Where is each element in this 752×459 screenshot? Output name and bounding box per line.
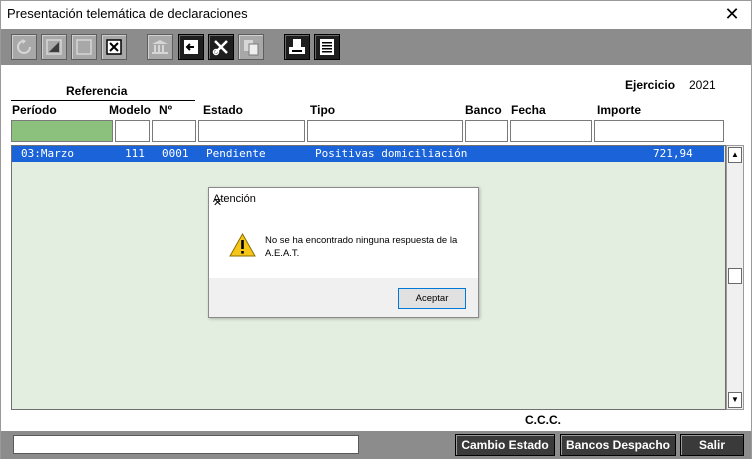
referencia-label: Referencia xyxy=(66,84,128,98)
attention-dialog: Atención ✕ No se ha encontrado ninguna r… xyxy=(208,187,479,318)
scroll-up-button[interactable]: ▲ xyxy=(728,147,742,163)
warning-icon xyxy=(229,233,256,257)
cut-button[interactable] xyxy=(208,34,234,60)
bottom-bar: Cambio Estado Bancos Despacho Salir xyxy=(1,431,751,459)
column-header-numero: Nº xyxy=(159,103,173,117)
list-icon xyxy=(320,39,334,55)
delete-button[interactable] xyxy=(101,34,127,60)
filter-fecha[interactable] xyxy=(510,120,592,142)
edit-button[interactable] xyxy=(41,34,67,60)
filter-modelo[interactable] xyxy=(115,120,150,142)
filter-importe[interactable] xyxy=(594,120,724,142)
refresh-icon xyxy=(17,39,31,54)
blank-button[interactable] xyxy=(71,34,97,60)
bank-icon xyxy=(152,40,168,54)
exit-button[interactable] xyxy=(178,34,204,60)
cell-tipo: Positivas domiciliación xyxy=(315,147,468,160)
exit-icon xyxy=(184,40,198,54)
cut-icon xyxy=(212,40,228,56)
dialog-title-bar: Atención ✕ xyxy=(209,188,478,210)
column-header-estado: Estado xyxy=(203,103,244,117)
cambio-estado-button[interactable]: Cambio Estado xyxy=(455,434,555,456)
bancos-despacho-button[interactable]: Bancos Despacho xyxy=(560,434,676,456)
list-button[interactable] xyxy=(314,34,340,60)
cell-estado: Pendiente xyxy=(206,147,266,160)
ejercicio-value: 2021 xyxy=(689,78,716,92)
toolbar xyxy=(1,29,751,65)
column-header-periodo: Período xyxy=(12,103,57,117)
delete-icon xyxy=(106,39,122,55)
bank-button[interactable] xyxy=(147,34,173,60)
window-title: Presentación telemática de declaraciones xyxy=(7,6,248,21)
ccc-label: C.C.C. xyxy=(525,413,561,427)
filter-numero[interactable] xyxy=(152,120,196,142)
filter-periodo[interactable] xyxy=(11,120,113,142)
window-close-button[interactable]: ✕ xyxy=(721,3,743,25)
filter-estado[interactable] xyxy=(198,120,305,142)
column-header-fecha: Fecha xyxy=(511,103,546,117)
cell-numero: 0001 xyxy=(162,147,189,160)
dialog-message: No se ha encontrado ninguna respuesta de… xyxy=(265,235,458,259)
column-header-banco: Banco xyxy=(465,103,502,117)
cell-periodo: 03:Marzo xyxy=(21,147,74,160)
title-bar: Presentación telemática de declaraciones… xyxy=(1,1,751,28)
cell-importe: 721,94 xyxy=(653,147,693,160)
table-row[interactable]: 03:Marzo 111 0001 Pendiente Positivas do… xyxy=(12,146,724,162)
print-icon xyxy=(289,39,305,54)
status-input[interactable] xyxy=(13,435,359,454)
dialog-body: No se ha encontrado ninguna respuesta de… xyxy=(209,210,478,278)
cell-modelo: 111 xyxy=(125,147,145,160)
filter-banco[interactable] xyxy=(465,120,508,142)
referencia-underline xyxy=(11,100,195,101)
refresh-button[interactable] xyxy=(11,34,37,60)
copy-icon xyxy=(244,40,259,56)
blank-icon xyxy=(76,39,92,55)
column-header-importe: Importe xyxy=(597,103,642,117)
grid-scrollbar[interactable]: ▲ ▼ xyxy=(726,145,744,410)
column-header-modelo: Modelo xyxy=(109,103,151,117)
aceptar-button[interactable]: Aceptar xyxy=(398,288,466,309)
scroll-thumb[interactable] xyxy=(728,268,742,284)
salir-button[interactable]: Salir xyxy=(680,434,744,456)
ejercicio-label: Ejercicio xyxy=(625,78,676,92)
copy-button[interactable] xyxy=(238,34,264,60)
edit-icon xyxy=(46,39,62,55)
scroll-down-button[interactable]: ▼ xyxy=(728,392,742,408)
filter-tipo[interactable] xyxy=(307,120,463,142)
print-button[interactable] xyxy=(284,34,310,60)
column-header-tipo: Tipo xyxy=(310,103,336,117)
